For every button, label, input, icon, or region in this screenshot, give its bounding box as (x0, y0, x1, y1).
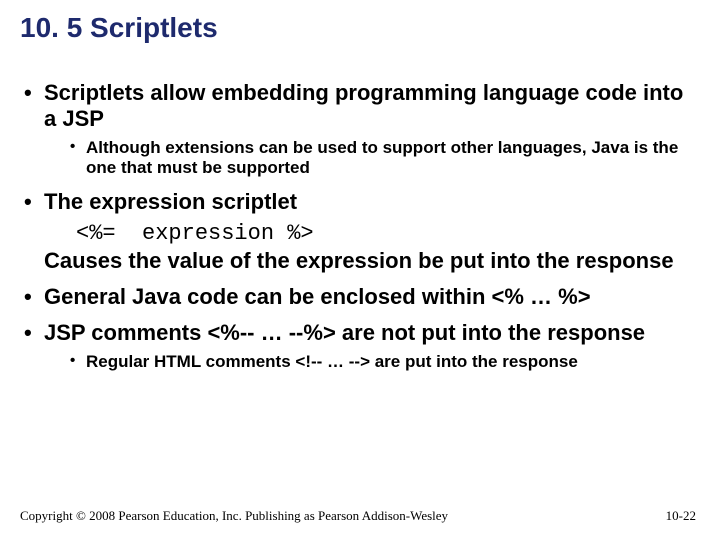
footer-page-number: 10-22 (666, 508, 696, 524)
bullet-item: General Java code can be enclosed within… (20, 284, 700, 310)
bullet-item: JSP comments <%-- … --%> are not put int… (20, 320, 700, 372)
slide: 10. 5 Scriptlets Scriptlets allow embedd… (0, 0, 720, 540)
bullet-text: Scriptlets allow embedding programming l… (44, 80, 683, 131)
sub-bullet-text: Although extensions can be used to suppo… (86, 138, 678, 177)
code-scriptlet: <%= expression %> (76, 221, 700, 246)
sub-bullet-text: Regular HTML comments <!-- … --> are put… (86, 352, 578, 371)
sub-bullet-list: Regular HTML comments <!-- … --> are put… (70, 352, 700, 372)
bullet-list: General Java code can be enclosed within… (20, 284, 700, 372)
bullet-item: The expression scriptlet (20, 189, 700, 215)
slide-title: 10. 5 Scriptlets (20, 12, 218, 44)
sub-bullet-item: Although extensions can be used to suppo… (70, 138, 700, 179)
bullet-text: JSP comments <%-- … --%> are not put int… (44, 320, 645, 345)
bullet-text: The expression scriptlet (44, 189, 297, 214)
sub-bullet-list: Although extensions can be used to suppo… (70, 138, 700, 179)
bullet-text: General Java code can be enclosed within… (44, 284, 591, 309)
bullet-item: Scriptlets allow embedding programming l… (20, 80, 700, 179)
bullet-list: Scriptlets allow embedding programming l… (20, 80, 700, 215)
footer-copyright: Copyright © 2008 Pearson Education, Inc.… (20, 508, 448, 524)
slide-body: Scriptlets allow embedding programming l… (20, 70, 700, 378)
sub-bullet-item: Regular HTML comments <!-- … --> are put… (70, 352, 700, 372)
bullet-continuation: Causes the value of the expression be pu… (44, 248, 700, 274)
